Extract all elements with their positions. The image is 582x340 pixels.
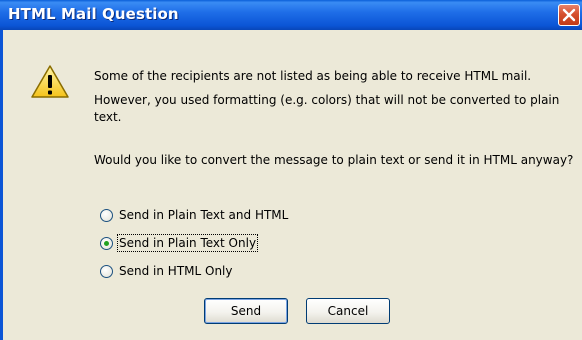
option-plain-only[interactable]: Send in Plain Text Only: [100, 234, 259, 252]
message-question: Would you like to convert the message to…: [94, 153, 574, 167]
warning-icon: [31, 65, 69, 98]
option-plain-and-html[interactable]: Send in Plain Text and HTML: [100, 206, 288, 224]
dialog-title: HTML Mail Question: [8, 5, 179, 23]
send-button[interactable]: Send: [204, 298, 288, 324]
close-icon: [562, 8, 576, 22]
option-label: Send in Plain Text Only: [116, 234, 259, 252]
option-html-only[interactable]: Send in HTML Only: [100, 262, 232, 280]
radio-button[interactable]: [100, 208, 113, 222]
dialog-window: HTML Mail Question Some of the recipient…: [0, 0, 582, 340]
message-line-1: Some of the recipients are not listed as…: [94, 69, 532, 83]
message-line-2: However, you used formatting (e.g. color…: [94, 93, 560, 124]
radio-button-selected[interactable]: [100, 236, 113, 250]
option-label: Send in Plain Text and HTML: [119, 208, 289, 222]
title-bar[interactable]: HTML Mail Question: [0, 0, 582, 30]
close-button[interactable]: [558, 4, 580, 26]
cancel-button[interactable]: Cancel: [306, 298, 390, 324]
option-label: Send in HTML Only: [119, 264, 233, 278]
radio-button[interactable]: [100, 264, 113, 278]
window-frame-left: [0, 30, 3, 340]
